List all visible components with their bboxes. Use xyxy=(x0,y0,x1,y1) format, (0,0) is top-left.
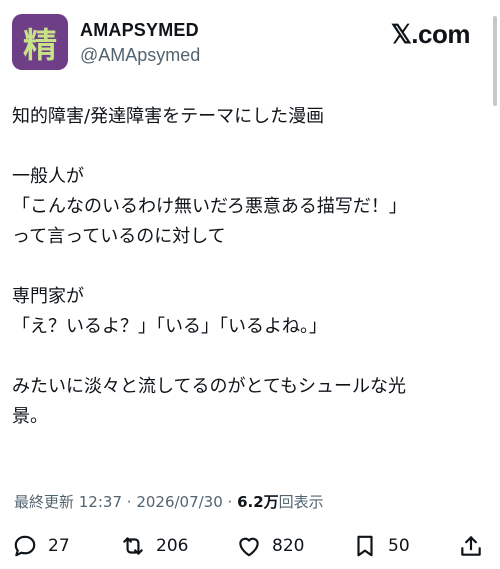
post-line: 専門家が xyxy=(12,286,84,307)
post-header: 精 AMAPSYMED @AMApsymed 𝕏.com xyxy=(12,14,500,74)
reply-icon xyxy=(14,535,36,557)
post-paragraph: みたいに淡々と流してるのがとてもシュールな光 景。 xyxy=(12,372,482,432)
like-icon xyxy=(239,537,259,557)
post-line: 知的障害/発達障害をテーマにした漫画 xyxy=(12,106,325,127)
like-button[interactable]: 820 xyxy=(236,530,304,562)
meta-separator: · xyxy=(122,493,137,511)
post-line: 一般人が xyxy=(12,166,84,187)
author-info: AMAPSYMED @AMApsymed xyxy=(80,20,200,66)
post-body: 知的障害/発達障害をテーマにした漫画 一般人が 「こんなのいるわけ無いだろ悪意あ… xyxy=(12,102,482,432)
bookmark-count: 50 xyxy=(388,536,410,556)
post-line: 「え？いるよ？」「いる」「いるよね。」 xyxy=(12,316,327,337)
scrollbar[interactable] xyxy=(493,16,497,106)
post-paragraph: 専門家が 「え？いるよ？」「いる」「いるよね。」 xyxy=(12,282,482,342)
post-line: みたいに淡々と流してるのがとてもシュールな光 xyxy=(12,376,407,397)
post-time[interactable]: 最終更新 12:37 xyxy=(14,493,122,511)
user-handle[interactable]: @AMApsymed xyxy=(80,45,200,66)
avatar-glyph: 精 xyxy=(23,25,57,66)
avatar[interactable]: 精 xyxy=(12,14,68,70)
post-paragraph: 知的障害/発達障害をテーマにした漫画 xyxy=(12,102,482,132)
post-line: って言っているのに対して xyxy=(12,226,226,247)
post-paragraph: 一般人が 「こんなのいるわけ無いだろ悪意ある描写だ！」 って言っているのに対して xyxy=(12,162,482,252)
post-date[interactable]: 2026/07/30 xyxy=(136,493,222,511)
x-logo[interactable]: 𝕏.com xyxy=(391,19,471,50)
bookmark-button[interactable]: 50 xyxy=(352,530,410,562)
reply-count: 27 xyxy=(48,536,70,556)
action-bar: 27 206 820 50 xyxy=(8,530,492,562)
post-line: 景。 xyxy=(12,406,48,427)
view-count: 6.2万 xyxy=(237,493,279,511)
repost-count: 206 xyxy=(156,536,189,556)
repost-icon xyxy=(123,537,143,555)
share-icon xyxy=(461,536,481,556)
like-count: 820 xyxy=(272,536,305,556)
repost-button[interactable]: 206 xyxy=(120,530,188,562)
share-button[interactable] xyxy=(458,530,484,562)
display-name[interactable]: AMAPSYMED xyxy=(80,20,200,41)
post-line: 「こんなのいるわけ無いだろ悪意ある描写だ！」 xyxy=(12,196,407,217)
post-meta: 最終更新 12:37 · 2026/07/30 · 6.2万回表示 xyxy=(14,491,324,512)
meta-separator: · xyxy=(222,493,238,511)
reply-button[interactable]: 27 xyxy=(12,530,70,562)
view-label: 回表示 xyxy=(278,493,324,511)
bookmark-icon xyxy=(357,535,373,557)
